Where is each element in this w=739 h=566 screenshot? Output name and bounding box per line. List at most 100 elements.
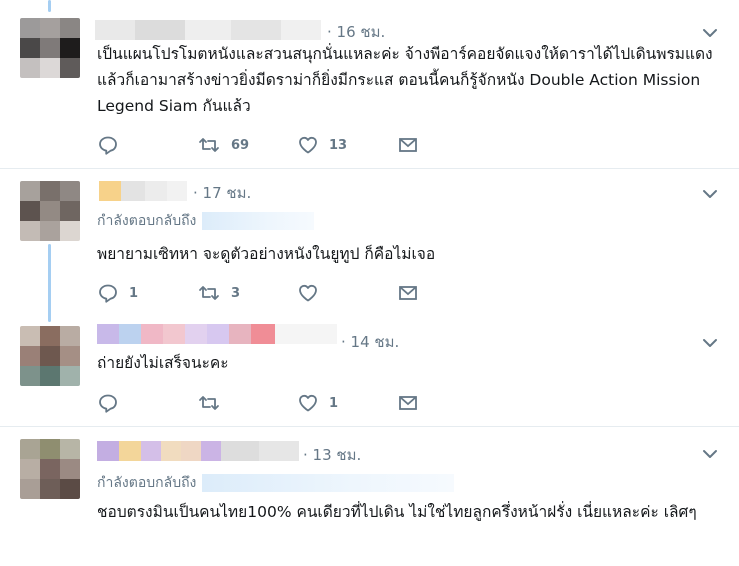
reply-button[interactable]: 1 (97, 281, 138, 305)
blur-block (135, 20, 185, 40)
avatar-pixel (40, 326, 60, 346)
blur-block (185, 20, 231, 40)
retweet-count: 3 (231, 285, 241, 301)
tweet-timestamp[interactable]: · 13 ชม. (303, 443, 361, 467)
avatar[interactable] (20, 326, 80, 386)
avatar-pixel (40, 201, 60, 221)
blur-block (141, 324, 163, 344)
blur-block (97, 441, 119, 461)
blurred-reply-handle[interactable] (202, 474, 455, 492)
avatar-pixel (20, 366, 40, 386)
blur-block (185, 324, 207, 344)
retweet-icon (197, 392, 221, 414)
tweet-text: ถ่ายยังไม่เสร็จนะคะ (97, 354, 229, 372)
tweet-text: ชอบตรงมินเป็นคนไทย100% คนเดียวที่ไปเดิน … (97, 503, 697, 521)
avatar-pixel (60, 459, 80, 479)
avatar[interactable] (20, 18, 80, 78)
avatar-pixel (20, 18, 40, 38)
avatar-pixel (60, 346, 80, 366)
retweet-button[interactable]: 3 (197, 281, 240, 305)
avatar-pixel (60, 366, 80, 386)
replying-to-label: กำลังตอบกลับถึง (97, 475, 197, 491)
blur-block (167, 181, 187, 201)
blur-block (161, 441, 181, 461)
avatar-pixel (20, 346, 40, 366)
blurred-username[interactable] (97, 324, 337, 344)
tweet-timestamp[interactable]: · 17 ชม. (193, 181, 251, 205)
blurred-username[interactable] (95, 20, 321, 40)
avatar-pixel (20, 201, 40, 221)
tweet-text: พยายามเซิทหา จะดูตัวอย่างหนังในยูทูป ก็ค… (97, 245, 436, 263)
avatar-pixel (60, 326, 80, 346)
blur-block (201, 441, 221, 461)
blur-block (275, 324, 337, 344)
blur-block (121, 181, 145, 201)
blurred-username[interactable] (97, 441, 299, 461)
chevron-down-icon[interactable] (699, 443, 721, 465)
retweet-icon (197, 134, 221, 156)
reply-button[interactable] (97, 391, 129, 415)
avatar-pixel (60, 18, 80, 38)
retweet-count: 69 (231, 137, 250, 153)
tweet[interactable]: · 13 ชม. กำลังตอบกลับถึง ชอบตรงมินเป็นคน… (0, 427, 739, 566)
blur-block (229, 324, 251, 344)
avatar-pixel (40, 366, 60, 386)
avatar-pixel (20, 58, 40, 78)
replying-to-label: กำลังตอบกลับถึง (97, 213, 197, 229)
reply-button[interactable] (97, 133, 129, 157)
blur-block (141, 441, 161, 461)
blurred-reply-handle[interactable] (202, 212, 315, 230)
tweet[interactable]: · 17 ชม. กำลังตอบกลับถึง พยายามเซิทหา จะ… (0, 169, 739, 317)
reply-count: 1 (129, 285, 139, 301)
retweet-button[interactable] (197, 391, 231, 415)
replying-to: กำลังตอบกลับถึง (97, 472, 455, 494)
avatar-pixel (60, 38, 80, 58)
avatar-pixel (20, 221, 40, 241)
blur-block (97, 324, 119, 344)
tweet-text: เป็นแผนโปรโมตหนังและสวนสนุกนั่นแหละค่ะ จ… (97, 45, 713, 115)
avatar-pixel (60, 58, 80, 78)
blur-block (231, 20, 281, 40)
avatar-pixel (60, 221, 80, 241)
blur-block (251, 324, 275, 344)
retweet-icon (197, 282, 221, 304)
chevron-down-icon[interactable] (699, 183, 721, 205)
like-button[interactable] (297, 281, 329, 305)
blurred-username[interactable] (99, 181, 187, 201)
avatar-pixel (40, 18, 60, 38)
avatar-pixel (20, 459, 40, 479)
avatar-pixel (40, 58, 60, 78)
avatar[interactable] (20, 181, 80, 241)
retweet-button[interactable]: 69 (197, 133, 249, 157)
blur-block (119, 441, 141, 461)
blur-block (281, 20, 321, 40)
blur-block (95, 20, 135, 40)
blur-block (207, 324, 229, 344)
replying-to: กำลังตอบกลับถึง (97, 210, 315, 232)
avatar-pixel (20, 326, 40, 346)
envelope-icon (397, 392, 419, 414)
like-count: 13 (329, 137, 348, 153)
envelope-icon (397, 134, 419, 156)
avatar-pixel (20, 181, 40, 201)
envelope-icon (397, 282, 419, 304)
like-button[interactable]: 13 (297, 133, 347, 157)
reply-icon (97, 392, 119, 414)
avatar-pixel (20, 38, 40, 58)
like-button[interactable]: 1 (297, 391, 338, 415)
avatar-pixel (40, 38, 60, 58)
direct-message-button[interactable] (397, 133, 419, 157)
direct-message-button[interactable] (397, 391, 419, 415)
blur-block (163, 324, 185, 344)
avatar[interactable] (20, 439, 80, 499)
like-count: 1 (329, 395, 339, 411)
tweet[interactable]: · 14 ชม. ถ่ายยังไม่เสร็จนะคะ 1 (0, 318, 739, 428)
avatar-pixel (40, 346, 60, 366)
avatar-pixel (40, 221, 60, 241)
tweet[interactable]: · 16 ชม. เป็นแผนโปรโมตหนังและสวนสนุกนั่น… (0, 0, 739, 168)
blur-block (99, 181, 121, 201)
avatar-pixel (20, 439, 40, 459)
heart-icon (297, 282, 319, 304)
direct-message-button[interactable] (397, 281, 419, 305)
avatar-pixel (40, 459, 60, 479)
